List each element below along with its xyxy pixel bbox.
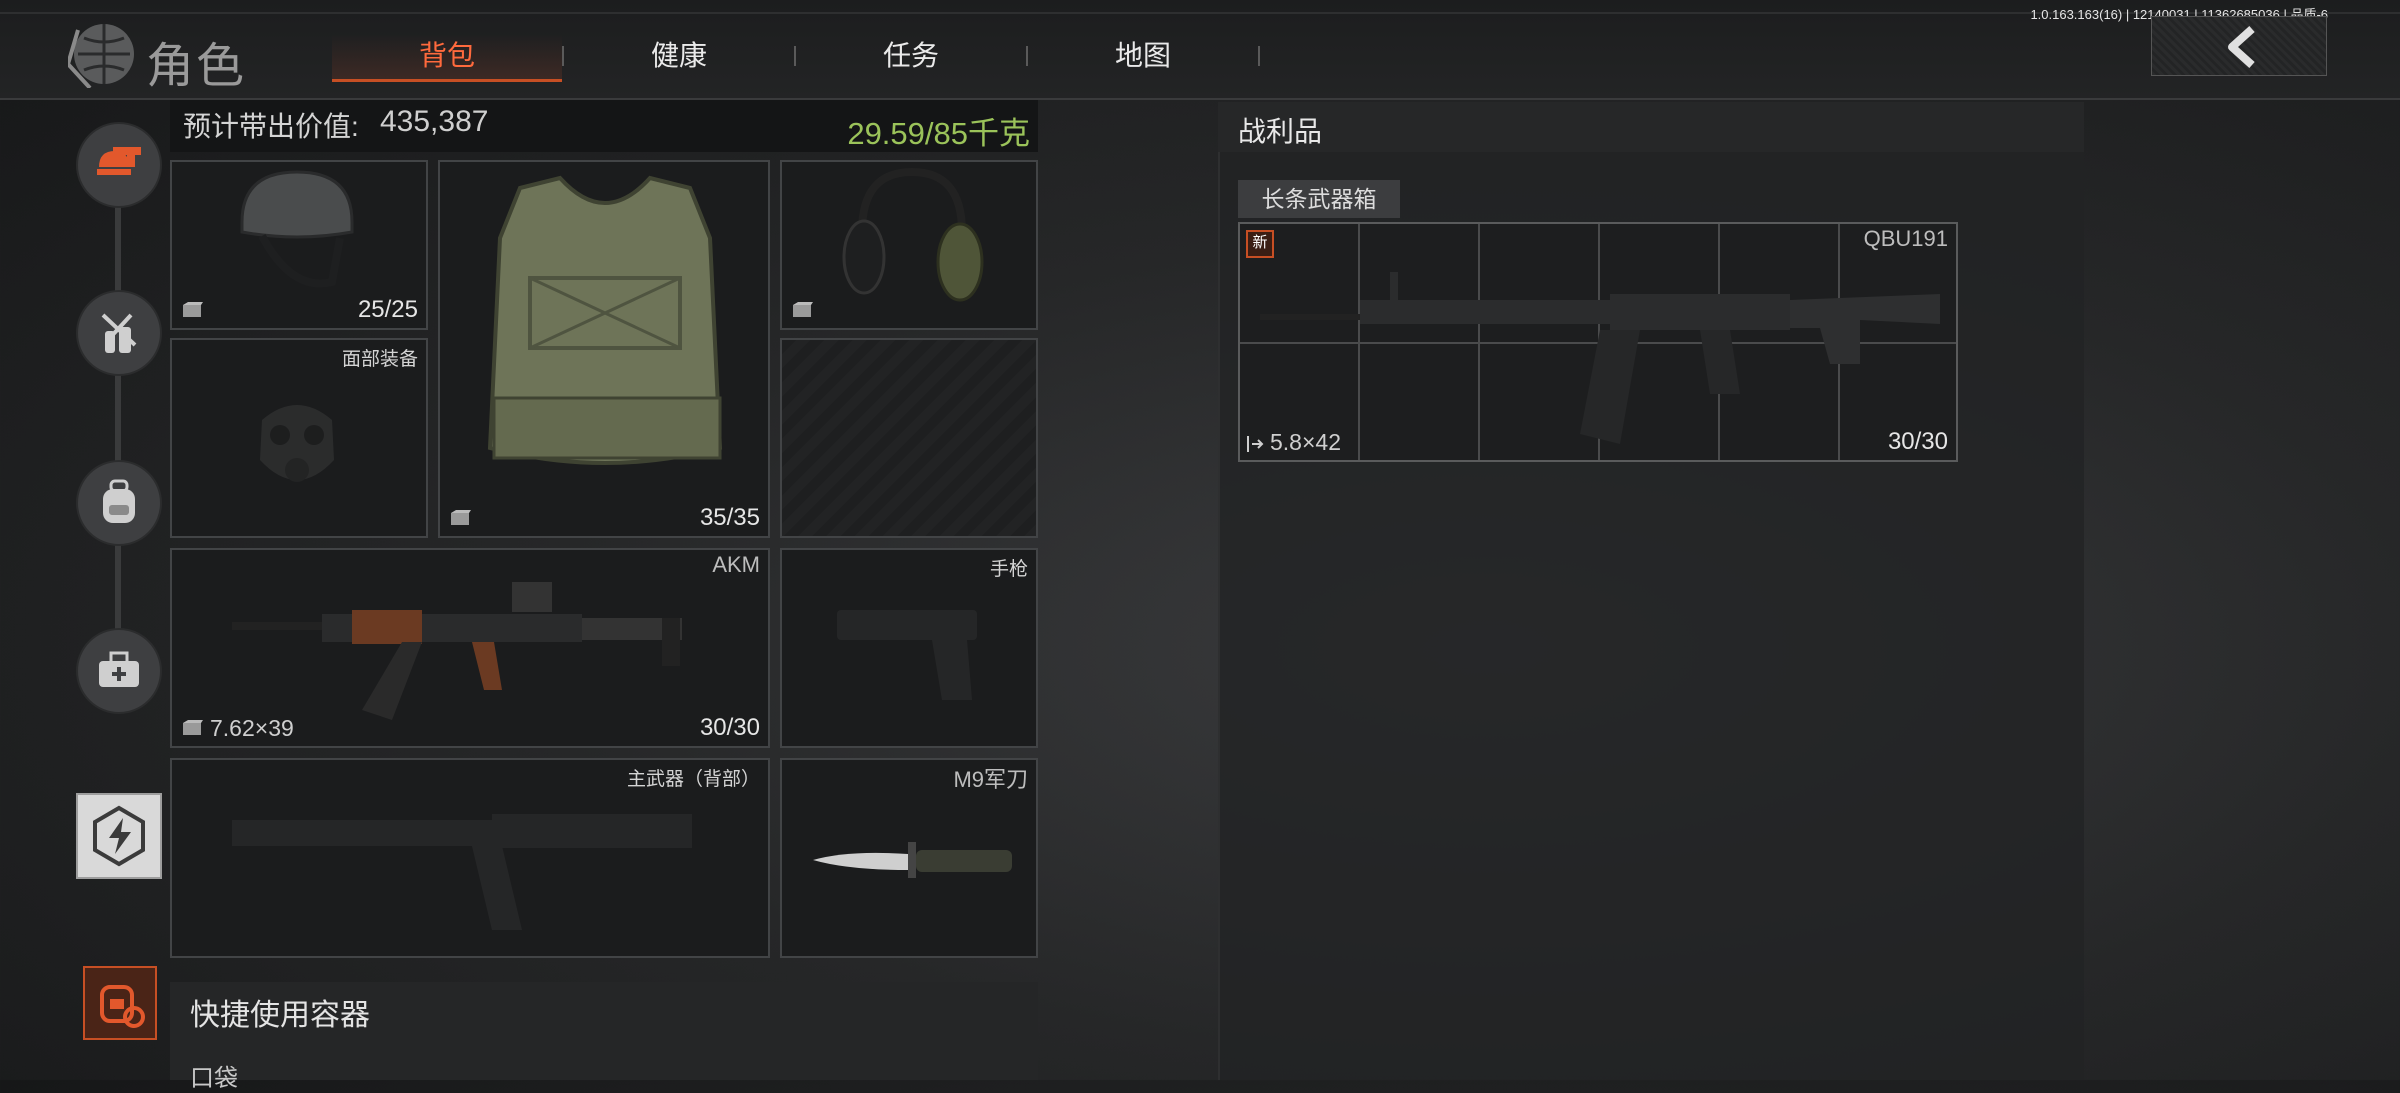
bag-refresh-icon xyxy=(100,985,145,1028)
primary-weapon-name: AKM xyxy=(712,552,760,577)
vest-durability: 35/35 xyxy=(699,504,760,531)
primary-ammo-count: 30/30 xyxy=(699,714,760,741)
medkit-icon xyxy=(99,651,139,687)
chevron-left-icon xyxy=(2228,26,2255,68)
rail-gear-weapons-button[interactable] xyxy=(76,122,162,208)
tab-tasks[interactable]: 任务 xyxy=(796,34,1026,82)
box-icon xyxy=(793,302,813,317)
weight-readout: 29.59/85千克 xyxy=(847,116,1030,151)
box-icon xyxy=(183,302,203,317)
tab-separator xyxy=(1258,46,1260,66)
loot-item-ammo: 5.8×42 xyxy=(1270,429,1341,455)
quick-container-button[interactable] xyxy=(83,966,157,1040)
helmet-icon xyxy=(240,170,354,288)
empty-slot[interactable] xyxy=(780,338,1038,538)
quick-access-title: 快捷使用容器 xyxy=(190,999,370,1032)
globe-logo-icon xyxy=(65,20,142,90)
rifle-silhouette-icon xyxy=(232,814,692,930)
armor-vest-slot[interactable]: 35/35 xyxy=(438,160,770,538)
headset-slot[interactable] xyxy=(780,160,1038,330)
rail-backpack-button[interactable] xyxy=(76,460,162,546)
rail-medical-button[interactable] xyxy=(76,290,162,376)
tab-backpack[interactable]: 背包 xyxy=(332,34,562,82)
knife-icon xyxy=(813,842,1012,878)
energy-skill-button[interactable] xyxy=(76,793,162,879)
tab-map[interactable]: 地图 xyxy=(1028,34,1258,82)
back-weapon-label: 主武器（背部） xyxy=(626,769,760,790)
gas-mask-icon xyxy=(260,405,334,482)
pistol-slot[interactable]: 手枪 xyxy=(780,548,1038,748)
ammo-entry-icon xyxy=(1247,436,1264,452)
rail-medkit-button[interactable] xyxy=(76,628,162,714)
container-label: 长条武器箱 xyxy=(1238,180,1400,218)
loot-item-count: 30/30 xyxy=(1887,428,1948,455)
supplies-icon xyxy=(101,313,137,353)
tab-health[interactable]: 健康 xyxy=(564,34,794,82)
pocket-label: 口袋 xyxy=(190,1065,238,1092)
headset-icon xyxy=(842,167,984,302)
loot-header xyxy=(1218,102,2084,152)
pistol-slot-label: 手枪 xyxy=(989,559,1028,580)
armor-vest-icon xyxy=(487,175,723,465)
loot-title: 战利品 xyxy=(1238,116,1323,147)
face-gear-label: 面部装备 xyxy=(341,349,418,370)
qbu191-rifle-icon xyxy=(1260,272,1940,444)
primary-ammo-type: 7.62×39 xyxy=(210,715,294,741)
helmet-durability: 25/25 xyxy=(357,296,418,323)
estimated-value-label: 预计带出价值: xyxy=(183,111,359,142)
primary-weapon-slot[interactable]: AKM 7.62×39 30/30 xyxy=(170,548,770,748)
helmet-slot[interactable]: 25/25 xyxy=(170,160,428,330)
loot-item-qbu191[interactable]: 新 QBU191 5.8×42 30/30 xyxy=(1238,222,1958,462)
akm-rifle-icon xyxy=(232,582,682,720)
face-gear-slot[interactable]: 面部装备 xyxy=(170,338,428,538)
box-icon xyxy=(451,510,471,525)
melee-name: M9军刀 xyxy=(953,767,1028,792)
backpack-icon xyxy=(103,479,135,523)
lightning-hex-icon xyxy=(93,805,145,867)
estimated-value: 435,387 xyxy=(380,105,489,138)
back-weapon-slot[interactable]: 主武器（背部） xyxy=(170,758,770,958)
melee-slot[interactable]: M9军刀 xyxy=(780,758,1038,958)
back-button[interactable] xyxy=(2151,16,2327,76)
box-icon xyxy=(183,720,203,735)
page-title: 角色 xyxy=(146,40,247,93)
pistol-icon xyxy=(837,610,977,700)
helmet-gun-icon xyxy=(97,147,141,175)
